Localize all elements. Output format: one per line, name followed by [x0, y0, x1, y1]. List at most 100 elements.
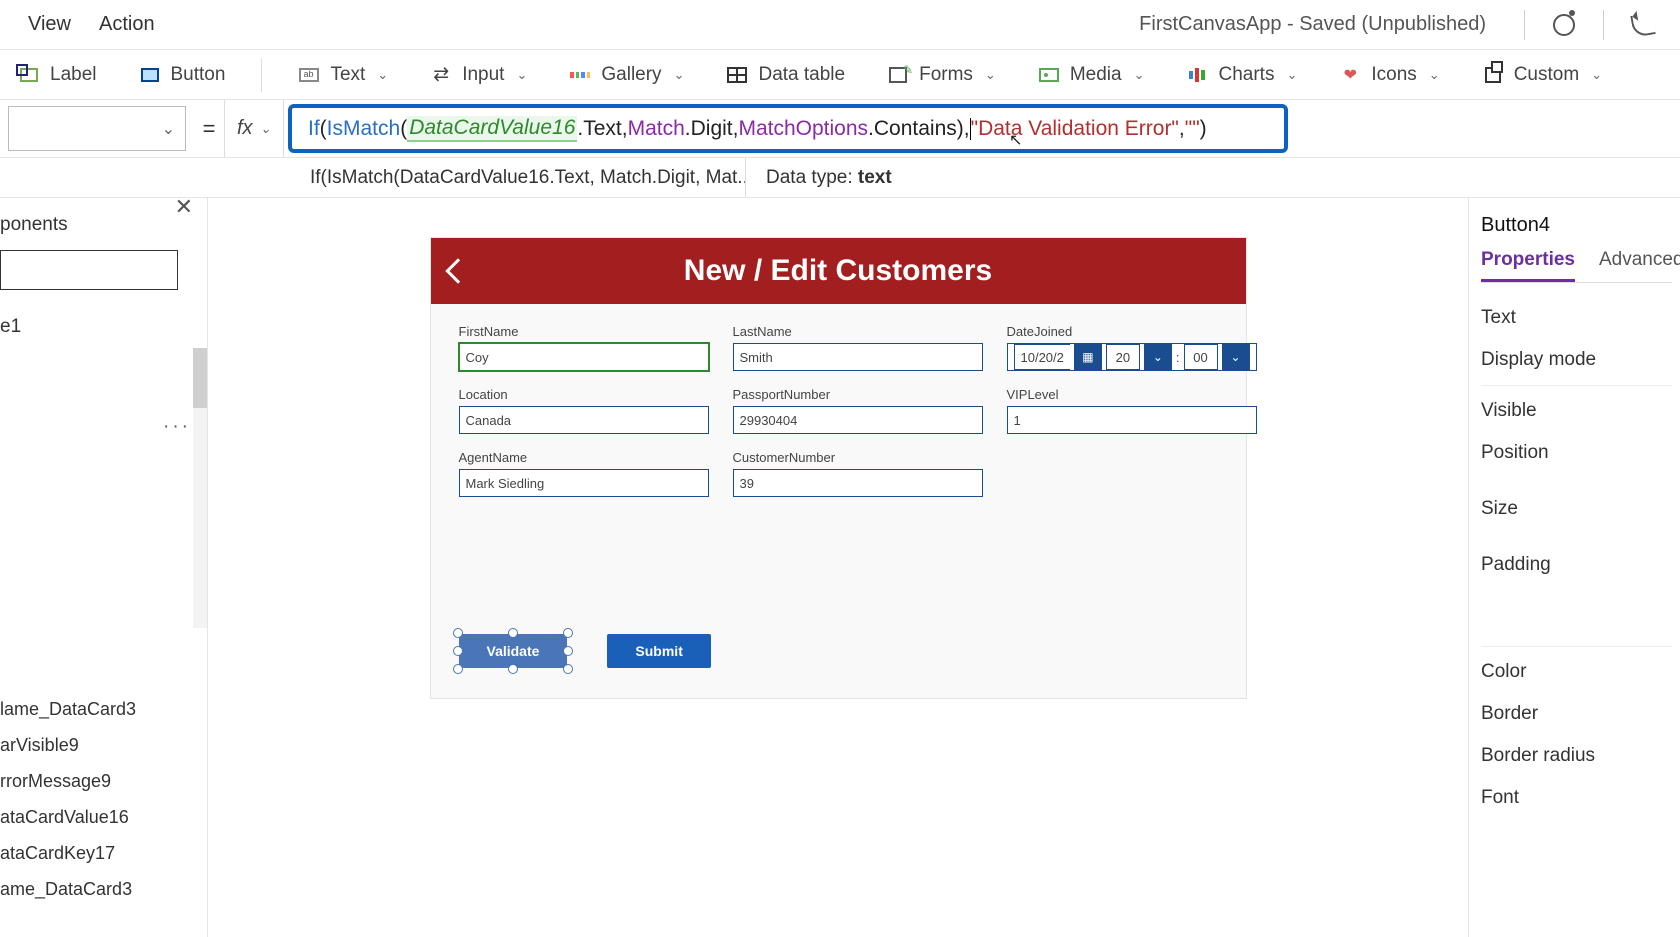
- prop-position[interactable]: Position: [1481, 432, 1672, 474]
- minute-value: 00: [1184, 344, 1218, 370]
- canvas[interactable]: New / Edit Customers FirstName LastName …: [208, 198, 1468, 937]
- ribbon-divider: [261, 58, 262, 92]
- menubar-divider: [1524, 10, 1525, 40]
- ribbon-button[interactable]: Button: [133, 60, 232, 90]
- ribbon-charts-text: Charts: [1218, 64, 1274, 86]
- fx-button[interactable]: fx ⌄: [224, 100, 284, 157]
- ribbon-button-text: Button: [171, 64, 226, 86]
- prop-size[interactable]: Size: [1481, 488, 1672, 530]
- resize-handle[interactable]: [563, 628, 573, 638]
- time-sep: :: [1176, 350, 1180, 365]
- app-header-title: New / Edit Customers: [684, 254, 992, 288]
- ribbon-input-text: Input: [462, 64, 504, 86]
- overflow-menu-icon[interactable]: ···: [163, 416, 191, 438]
- label-location: Location: [459, 387, 709, 402]
- ribbon-media[interactable]: Media ⌄: [1032, 60, 1151, 90]
- tree-item[interactable]: ame_DataCard3: [0, 871, 207, 907]
- tab-properties[interactable]: Properties: [1481, 249, 1575, 282]
- resize-handle[interactable]: [453, 628, 463, 638]
- tok-datacardvalue: DataCardValue16: [407, 116, 577, 142]
- resize-handle[interactable]: [453, 664, 463, 674]
- menu-view[interactable]: View: [28, 13, 71, 36]
- ribbon-datatable[interactable]: Data table: [720, 60, 851, 90]
- prop-display-mode[interactable]: Display mode: [1481, 339, 1672, 381]
- chevron-down-icon: ⌄: [1134, 67, 1145, 83]
- prop-visible[interactable]: Visible: [1481, 390, 1672, 432]
- button-icon: [141, 68, 159, 82]
- hour-dropdown-icon[interactable]: ⌄: [1144, 344, 1172, 370]
- field-datejoined: DateJoined ▦ 20 ⌄ : 00 ⌄: [1007, 324, 1257, 371]
- insert-ribbon: Label Button Text ⌄ ⇄ Input ⌄ Gallery ⌄ …: [0, 50, 1680, 100]
- fx-label: fx: [237, 117, 253, 140]
- prop-border-radius[interactable]: Border radius: [1481, 735, 1672, 777]
- formula-bar-row: ⌄ = fx ⌄ If(IsMatch(DataCardValue16.Text…: [0, 100, 1680, 158]
- prop-text[interactable]: Text: [1481, 297, 1672, 339]
- label-agent: AgentName: [459, 450, 709, 465]
- tok-paren: ): [957, 117, 964, 141]
- field-agent: AgentName: [459, 450, 709, 497]
- prop-color[interactable]: Color: [1481, 651, 1672, 693]
- back-icon[interactable]: [445, 258, 470, 283]
- ribbon-text[interactable]: Text ⌄: [292, 60, 394, 90]
- property-selector[interactable]: ⌄: [8, 106, 186, 151]
- input-lastname[interactable]: [733, 343, 983, 371]
- calendar-icon[interactable]: ▦: [1074, 344, 1102, 370]
- prop-padding[interactable]: Padding: [1481, 544, 1672, 586]
- app-checker-icon[interactable]: [1553, 14, 1575, 36]
- resize-handle[interactable]: [508, 664, 518, 674]
- tree-item[interactable]: ataCardValue16: [0, 799, 207, 835]
- resize-handle[interactable]: [563, 646, 573, 656]
- chevron-down-icon: ⌄: [260, 121, 271, 137]
- resize-handle[interactable]: [508, 628, 518, 638]
- validate-button[interactable]: Validate: [459, 634, 568, 668]
- ribbon-forms[interactable]: Forms ⌄: [881, 60, 1002, 90]
- input-date[interactable]: [1014, 344, 1070, 370]
- ribbon-input[interactable]: ⇄ Input ⌄: [424, 60, 533, 90]
- ribbon-label[interactable]: Label: [12, 60, 103, 90]
- formula-result-text: If(IsMatch(DataCardValue16.Text, Match.D…: [310, 167, 746, 189]
- input-firstname[interactable]: [459, 343, 709, 371]
- ribbon-gallery[interactable]: Gallery ⌄: [563, 60, 690, 90]
- tree-item[interactable]: ataCardKey17: [0, 835, 207, 871]
- tree-item[interactable]: lame_DataCard3: [0, 691, 207, 727]
- ribbon-charts[interactable]: Charts ⌄: [1180, 60, 1303, 90]
- tree-item[interactable]: e1: [0, 308, 207, 346]
- label-passport: PassportNumber: [733, 387, 983, 402]
- app-title: FirstCanvasApp - Saved (Unpublished): [1139, 13, 1506, 36]
- submit-button[interactable]: Submit: [607, 634, 710, 668]
- input-agent[interactable]: [459, 469, 709, 497]
- prop-border[interactable]: Border: [1481, 693, 1672, 735]
- input-location[interactable]: [459, 406, 709, 434]
- minute-dropdown-icon[interactable]: ⌄: [1222, 344, 1250, 370]
- tok-matchoptions: MatchOptions: [738, 117, 868, 141]
- tab-advanced[interactable]: Advanced: [1599, 249, 1680, 282]
- input-vip[interactable]: [1007, 406, 1257, 434]
- ribbon-icons[interactable]: ❤ Icons ⌄: [1333, 60, 1445, 90]
- menu-bar: View Action FirstCanvasApp - Saved (Unpu…: [0, 0, 1680, 50]
- close-icon[interactable]: ✕: [175, 194, 193, 220]
- undo-icon[interactable]: [1630, 12, 1655, 37]
- prop-font[interactable]: Font: [1481, 777, 1672, 819]
- gallery-icon: [569, 65, 591, 85]
- scrollbar-thumb[interactable]: [193, 348, 207, 408]
- resize-handle[interactable]: [563, 664, 573, 674]
- label-lastname: LastName: [733, 324, 983, 339]
- input-custnum[interactable]: [733, 469, 983, 497]
- selected-control-wrap[interactable]: Validate: [459, 634, 568, 668]
- formula-result-row: If(IsMatch(DataCardValue16.Text, Match.D…: [0, 158, 1680, 198]
- label-datejoined: DateJoined: [1007, 324, 1257, 339]
- equals-label: =: [194, 100, 224, 157]
- tok-ismatch: IsMatch: [327, 117, 401, 141]
- ribbon-forms-text: Forms: [919, 64, 973, 86]
- tree-item[interactable]: rrorMessage9: [0, 763, 207, 799]
- tree-item[interactable]: arVisible9: [0, 727, 207, 763]
- input-passport[interactable]: [733, 406, 983, 434]
- resize-handle[interactable]: [453, 646, 463, 656]
- ribbon-custom[interactable]: Custom ⌄: [1476, 60, 1608, 90]
- forms-icon: [889, 67, 907, 83]
- formula-input[interactable]: If(IsMatch(DataCardValue16.Text, Match.D…: [288, 104, 1288, 153]
- label-vip: VIPLevel: [1007, 387, 1257, 402]
- search-input[interactable]: [0, 250, 178, 290]
- menu-action[interactable]: Action: [99, 13, 155, 36]
- text-icon: [299, 68, 319, 82]
